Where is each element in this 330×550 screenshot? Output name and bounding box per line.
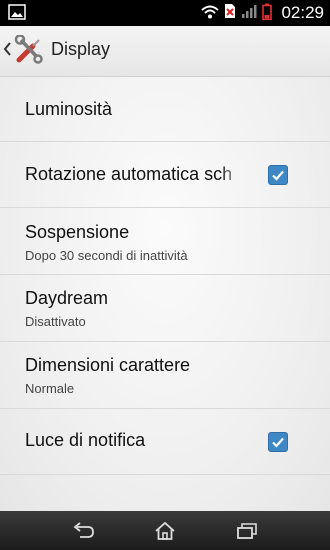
wifi-icon (201, 4, 220, 23)
up-navigation-icon[interactable] (3, 41, 12, 60)
action-bar: Display (0, 26, 330, 77)
settings-tools-icon[interactable] (13, 34, 43, 69)
setting-title: Rotazione automatica sch (25, 164, 233, 184)
setting-title: Sospensione (25, 222, 130, 242)
status-clock: 02:29 (281, 3, 324, 22)
gallery-notification-icon (8, 4, 26, 24)
setting-summary: Normale (25, 381, 75, 396)
setting-summary: Dopo 30 secondi di inattività (25, 248, 188, 263)
signal-icon (241, 3, 257, 23)
setting-rotazione-automatica[interactable]: Rotazione automatica sch (0, 142, 330, 208)
back-icon[interactable] (68, 519, 98, 543)
rotation-checkbox[interactable] (268, 165, 288, 185)
setting-sospensione[interactable]: Sospensione Dopo 30 secondi di inattivit… (0, 208, 330, 275)
settings-list: Luminosità Rotazione automatica sch Sosp… (0, 77, 330, 511)
setting-title: Luce di notifica (25, 430, 146, 450)
setting-daydream[interactable]: Daydream Disattivato (0, 275, 330, 342)
setting-title: Daydream (25, 288, 109, 308)
status-bar: 02:29 (0, 0, 330, 26)
battery-low-icon (262, 3, 273, 24)
setting-summary: Disattivato (25, 314, 86, 329)
no-sim-icon (224, 3, 236, 23)
setting-title: Luminosità (25, 99, 113, 119)
setting-title: Dimensioni carattere (25, 355, 191, 375)
setting-luminosita[interactable]: Luminosità (0, 77, 330, 142)
notification-light-checkbox[interactable] (268, 432, 288, 452)
page-title: Display (51, 39, 111, 59)
text-fade (220, 162, 245, 184)
navigation-bar (0, 511, 330, 550)
home-icon[interactable] (150, 519, 180, 543)
recents-icon[interactable] (232, 519, 262, 543)
setting-luce-di-notifica[interactable]: Luce di notifica (0, 409, 330, 475)
setting-dimensioni-carattere[interactable]: Dimensioni carattere Normale (0, 342, 330, 409)
